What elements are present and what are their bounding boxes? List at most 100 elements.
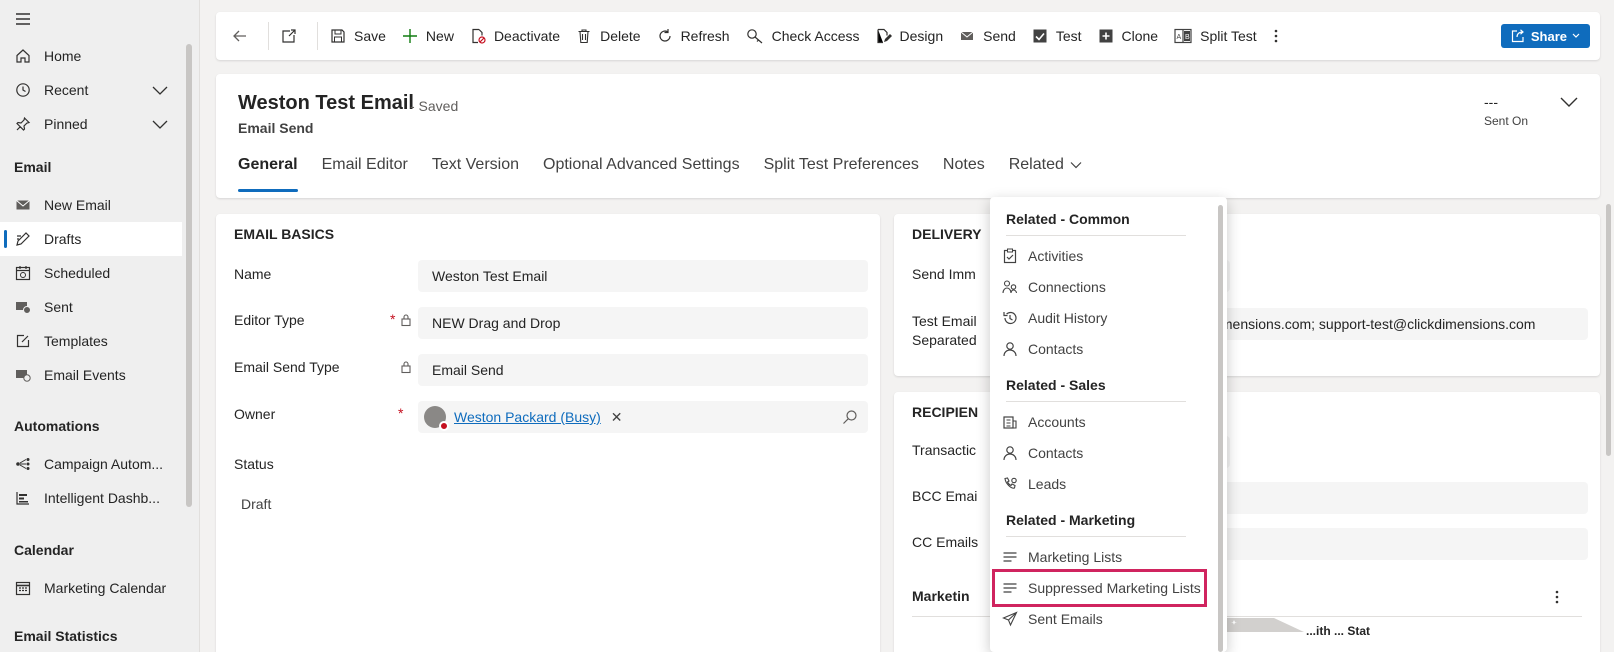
menu-scrollbar[interactable] (1218, 205, 1223, 652)
menu-item-audit-history[interactable]: Audit History (1000, 303, 1210, 333)
expand-header-chevron-icon[interactable] (1560, 96, 1578, 108)
chevron-down-icon (1572, 33, 1580, 38)
sidebar-item-recent[interactable]: Recent (0, 73, 182, 107)
test-email-input[interactable]: ckdimensions.com; support-test@clickdime… (1190, 308, 1588, 340)
tab-general[interactable]: General (238, 152, 298, 192)
tab-split-test-preferences[interactable]: Split Test Preferences (764, 152, 919, 192)
split-test-icon: AB (1174, 28, 1192, 44)
menu-item-sales-contacts[interactable]: Contacts (1000, 438, 1210, 468)
menu-item-connections[interactable]: Connections (1000, 272, 1210, 302)
deactivate-button[interactable]: Deactivate (462, 18, 568, 54)
chevron-down-icon[interactable] (152, 117, 168, 131)
sidebar-item-email-events[interactable]: Email Events (0, 358, 182, 392)
open-new-window-button[interactable] (273, 18, 313, 54)
menu-item-contacts[interactable]: Contacts (1000, 334, 1210, 364)
sidebar-item-drafts[interactable]: Drafts (0, 222, 182, 256)
sidebar-item-label: Pinned (44, 116, 88, 132)
pencil-icon (14, 230, 32, 248)
delete-button[interactable]: Delete (568, 18, 648, 54)
search-icon[interactable] (842, 409, 858, 425)
more-vertical-icon[interactable] (1554, 589, 1560, 605)
svg-text:B: B (1185, 34, 1190, 41)
email-send-type-input[interactable]: Email Send (418, 354, 868, 386)
menu-divider (1006, 536, 1186, 537)
sidebar-section-email-statistics: Email Statistics (14, 628, 118, 644)
chevron-down-icon[interactable] (152, 83, 168, 97)
sent-icon (14, 298, 32, 316)
separated-label: Separated (912, 332, 977, 348)
sidebar-item-label: Home (44, 48, 82, 64)
menu-item-leads[interactable]: Leads (1000, 469, 1210, 499)
test-button[interactable]: Test (1024, 18, 1090, 54)
sidebar-item-label: Campaign Autom... (44, 456, 164, 472)
name-input[interactable]: Weston Test Email (418, 260, 868, 292)
design-button[interactable]: Design (868, 18, 952, 54)
transactional-label: Transactic (912, 442, 977, 458)
sidebar-section-calendar: Calendar (14, 542, 74, 558)
menu-item-marketing-lists[interactable]: Marketing Lists (1000, 542, 1210, 572)
menu-item-accounts[interactable]: Accounts (1000, 407, 1210, 437)
sidebar-item-label: Intelligent Dashb... (44, 490, 160, 506)
tab-email-editor[interactable]: Email Editor (322, 152, 408, 192)
editor-type-input[interactable]: NEW Drag and Drop (418, 307, 868, 339)
email-basics-section: EMAIL BASICS Name Weston Test Email Edit… (216, 214, 880, 652)
cc-emails-label: CC Emails (912, 534, 979, 550)
remove-owner-icon[interactable]: ✕ (611, 409, 623, 426)
sidebar-item-label: Drafts (44, 231, 82, 247)
cc-emails-input[interactable] (1190, 528, 1588, 560)
sidebar-item-home[interactable]: Home (0, 39, 182, 73)
hamburger-menu-icon[interactable] (14, 10, 32, 28)
avatar (424, 406, 449, 431)
sidebar-item-marketing-calendar[interactable]: Marketing Calendar (0, 571, 182, 605)
envelope-icon (14, 196, 32, 214)
sidebar-item-scheduled[interactable]: Scheduled (0, 256, 182, 290)
lock-icon (401, 361, 411, 374)
sidebar-item-pinned[interactable]: Pinned (0, 107, 182, 141)
more-commands-button[interactable] (1265, 18, 1295, 54)
building-icon (1003, 416, 1017, 429)
tab-optional-advanced-settings[interactable]: Optional Advanced Settings (543, 152, 740, 192)
tab-related[interactable]: Related (1009, 152, 1082, 192)
menu-item-sent-emails[interactable]: Sent Emails (1000, 604, 1210, 634)
save-button[interactable]: Save (322, 18, 394, 54)
send-icon (1002, 611, 1018, 627)
form-tabs: General Email Editor Text Version Option… (238, 152, 1106, 192)
send-button[interactable]: Send (951, 18, 1024, 54)
sidebar-item-intelligent-dashboard[interactable]: Intelligent Dashb... (0, 481, 182, 515)
sidebar-scrollbar[interactable] (186, 44, 192, 507)
menu-divider (1006, 235, 1186, 236)
menu-item-suppressed-marketing-lists[interactable]: Suppressed Marketing Lists (992, 569, 1207, 607)
send-immediately-label: Send Imm (912, 266, 976, 282)
form-scrollbar[interactable] (1606, 204, 1611, 456)
clone-button[interactable]: Clone (1090, 18, 1167, 54)
bcc-emails-input[interactable] (1190, 482, 1588, 514)
back-button[interactable] (224, 18, 264, 54)
check-access-button[interactable]: Check Access (738, 18, 868, 54)
sidebar-item-label: Scheduled (44, 265, 111, 281)
section-title: RECIPIEN (912, 404, 979, 420)
menu-group-related-marketing: Related - Marketing (1006, 512, 1136, 528)
command-bar: Save New Deactivate Delete Refresh Check… (216, 12, 1600, 60)
new-button[interactable]: New (394, 18, 462, 54)
section-title: DELIVERY (912, 226, 982, 242)
sidebar-item-templates[interactable]: Templates (0, 324, 182, 358)
sidebar-item-label: Marketing Calendar (44, 580, 167, 596)
sidebar-item-campaign-automation[interactable]: Campaign Autom... (0, 447, 182, 481)
arrow-left-icon (233, 30, 246, 42)
owner-lookup[interactable]: Weston Packard (Busy) ✕ (418, 401, 868, 433)
clone-icon (1099, 29, 1113, 43)
tab-notes[interactable]: Notes (943, 152, 985, 192)
home-icon (14, 47, 32, 65)
sidebar-item-new-email[interactable]: New Email (0, 188, 182, 222)
refresh-button[interactable]: Refresh (649, 18, 738, 54)
key-search-icon (746, 29, 762, 44)
owner-link[interactable]: Weston Packard (Busy) (454, 409, 601, 425)
tab-text-version[interactable]: Text Version (432, 152, 519, 192)
envelope-icon (960, 31, 974, 40)
sidebar-item-sent[interactable]: Sent (0, 290, 182, 324)
events-icon (14, 366, 32, 384)
sidebar-item-label: Email Events (44, 367, 126, 383)
menu-item-activities[interactable]: Activities (1000, 241, 1210, 271)
share-button[interactable]: Share (1500, 24, 1590, 48)
split-test-button[interactable]: AB Split Test (1166, 18, 1265, 54)
